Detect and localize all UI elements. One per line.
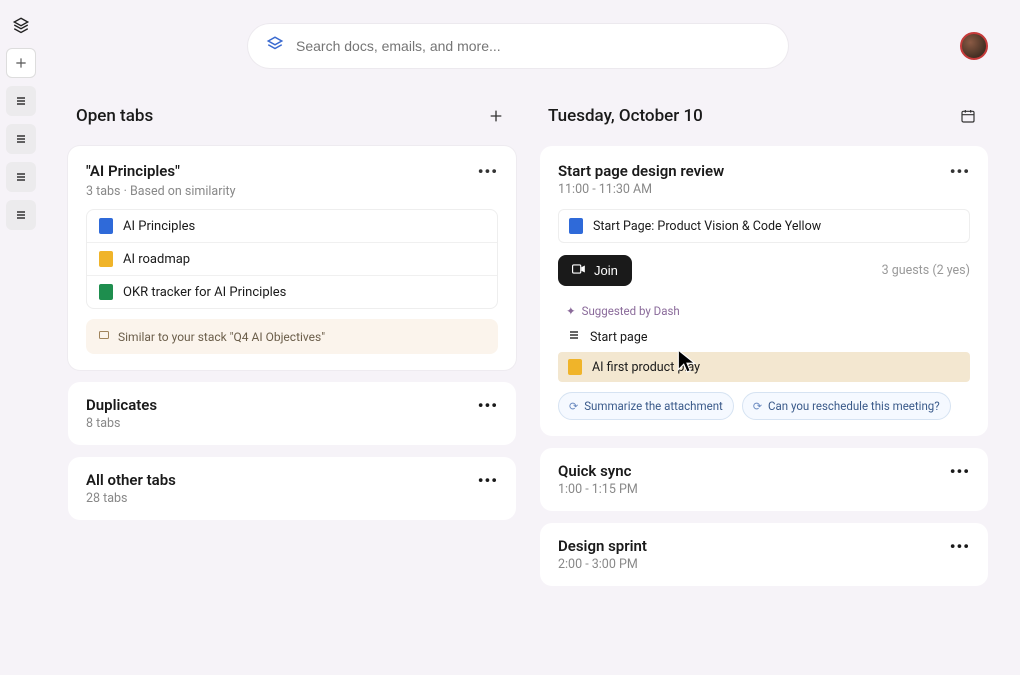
add-tab-group-button[interactable] — [484, 104, 508, 128]
doc-icon — [569, 218, 583, 234]
top-bar — [68, 24, 988, 68]
nav-stack-4[interactable] — [6, 200, 36, 230]
join-label: Join — [594, 263, 618, 278]
group-subtitle: 28 tabs — [86, 491, 176, 506]
avatar[interactable] — [960, 32, 988, 60]
search-bar[interactable] — [248, 24, 788, 68]
group-menu-button[interactable]: ••• — [478, 162, 498, 181]
attachment-label: Start Page: Product Vision & Code Yellow — [593, 219, 821, 234]
suggestion-item[interactable]: Start page — [558, 322, 970, 352]
open-tabs-title: Open tabs — [76, 106, 153, 126]
group-title: All other tabs — [86, 471, 176, 489]
tab-item[interactable]: AI roadmap — [87, 243, 497, 276]
stack-icon — [568, 329, 580, 345]
side-nav — [0, 0, 44, 675]
nav-stack-3[interactable] — [6, 162, 36, 192]
nav-stack-2[interactable] — [6, 124, 36, 154]
tab-group-duplicates[interactable]: Duplicates 8 tabs ••• — [68, 382, 516, 445]
chip-reschedule[interactable]: ⟳ Can you reschedule this meeting? — [742, 392, 951, 420]
sparkle-icon: ✦ — [566, 304, 576, 318]
chip-label: Summarize the attachment — [584, 399, 723, 413]
suggestion-label: Start page — [590, 330, 648, 345]
event-card: ••• Start page design review 11:00 - 11:… — [540, 146, 988, 436]
search-input[interactable] — [296, 38, 770, 54]
group-menu-button[interactable]: ••• — [478, 396, 498, 415]
calendar-date: Tuesday, October 10 — [548, 106, 703, 126]
tab-label: AI roadmap — [123, 252, 190, 267]
open-tabs-column: Open tabs ••• "AI Principles" 3 tabs · B… — [68, 96, 516, 598]
event-menu-button[interactable]: ••• — [950, 462, 970, 481]
video-icon — [572, 263, 586, 278]
chip-summarize[interactable]: ⟳ Summarize the attachment — [558, 392, 734, 420]
tab-item[interactable]: OKR tracker for AI Principles — [87, 276, 497, 308]
stack-icon — [98, 329, 110, 344]
stack-suggestion[interactable]: Similar to your stack "Q4 AI Objectives" — [86, 319, 498, 354]
event-time: 2:00 - 3:00 PM — [558, 557, 647, 572]
doc-icon — [568, 359, 582, 375]
chip-label: Can you reschedule this meeting? — [768, 399, 940, 413]
event-title: Design sprint — [558, 537, 647, 555]
event-title: Start page design review — [558, 162, 970, 180]
ai-chip-icon: ⟳ — [569, 400, 578, 413]
event-card[interactable]: Quick sync 1:00 - 1:15 PM ••• — [540, 448, 988, 511]
doc-icon — [99, 218, 113, 234]
doc-icon — [99, 284, 113, 300]
event-time: 1:00 - 1:15 PM — [558, 482, 638, 497]
main-panel: Open tabs ••• "AI Principles" 3 tabs · B… — [44, 8, 1012, 675]
event-title: Quick sync — [558, 462, 638, 480]
doc-icon — [99, 251, 113, 267]
ai-chip-icon: ⟳ — [753, 400, 762, 413]
event-menu-button[interactable]: ••• — [950, 537, 970, 556]
tab-label: OKR tracker for AI Principles — [123, 285, 286, 300]
group-title: "AI Principles" — [86, 162, 498, 180]
logo-icon[interactable] — [6, 10, 36, 40]
search-icon — [266, 35, 284, 57]
calendar-column: Tuesday, October 10 ••• Start page desig… — [540, 96, 988, 598]
join-button[interactable]: Join — [558, 255, 632, 286]
dash-suggestion-header: ✦ Suggested by Dash — [558, 300, 970, 322]
group-subtitle: 8 tabs — [86, 416, 157, 431]
add-button[interactable] — [6, 48, 36, 78]
tab-label: AI Principles — [123, 219, 195, 234]
tab-group-other[interactable]: All other tabs 28 tabs ••• — [68, 457, 516, 520]
guests-count: 3 guests (2 yes) — [882, 263, 970, 278]
event-time: 11:00 - 11:30 AM — [558, 182, 970, 197]
tab-item[interactable]: AI Principles — [87, 210, 497, 243]
cursor-icon — [676, 348, 698, 378]
group-menu-button[interactable]: ••• — [478, 471, 498, 490]
event-menu-button[interactable]: ••• — [950, 162, 970, 181]
nav-stack-1[interactable] — [6, 86, 36, 116]
event-attachment[interactable]: Start Page: Product Vision & Code Yellow — [558, 209, 970, 243]
suggestion-text: Similar to your stack "Q4 AI Objectives" — [118, 330, 325, 344]
group-subtitle: 3 tabs · Based on similarity — [86, 184, 498, 199]
suggestion-item[interactable]: AI first product play — [558, 352, 970, 382]
tab-group-ai-principles: ••• "AI Principles" 3 tabs · Based on si… — [68, 146, 516, 370]
calendar-icon[interactable] — [956, 104, 980, 128]
event-card[interactable]: Design sprint 2:00 - 3:00 PM ••• — [540, 523, 988, 586]
group-title: Duplicates — [86, 396, 157, 414]
